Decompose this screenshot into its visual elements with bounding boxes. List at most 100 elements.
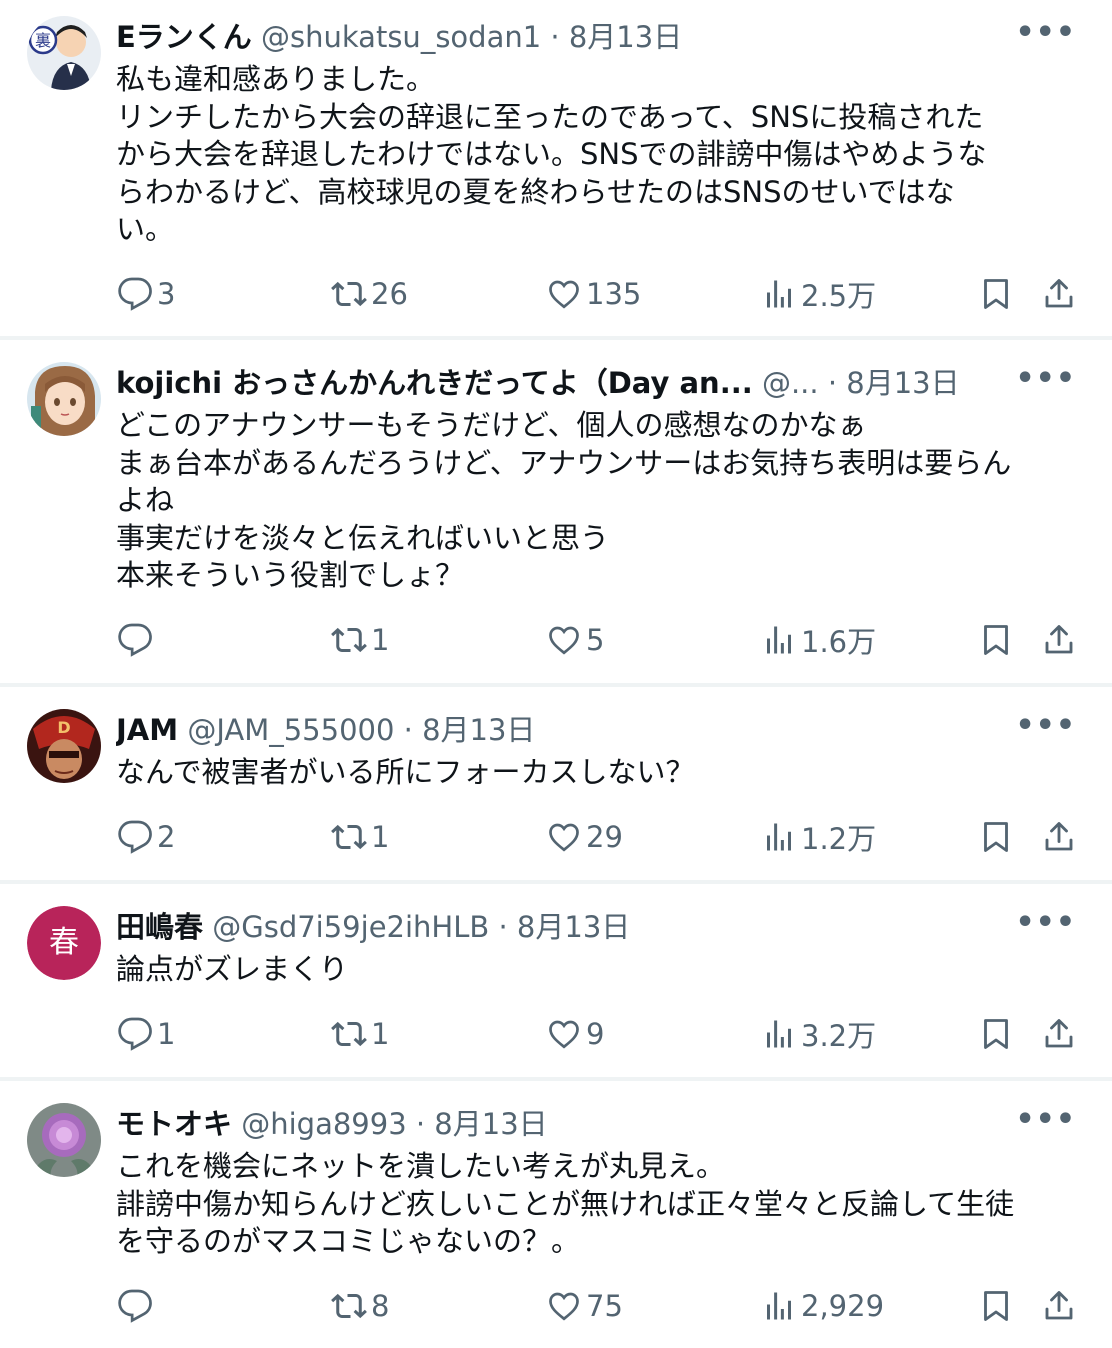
share-button[interactable] [1041,1285,1077,1327]
reply-button[interactable]: 2 [117,816,175,858]
like-count: 75 [586,1289,623,1323]
avatar-kojichi[interactable] [27,362,101,436]
tweet-5[interactable]: モトオキ @higa8993 · 8月13日 ••• これを機会にネットを潰した… [0,1103,1112,1333]
share-button[interactable] [1041,816,1077,858]
tweet-4[interactable]: 春 田嶋春 @Gsd7i59je2ihHLB · 8月13日 ••• 論点がズレ… [0,906,1112,1056]
avatar-jam[interactable]: D [27,709,101,783]
tweet-date[interactable]: · 8月13日 [499,910,631,944]
like-count: 135 [586,277,642,311]
share-icon [1045,625,1073,654]
views-button[interactable]: 2.5万 [761,273,876,315]
author-handle[interactable]: @Gsd7i59je2ihHLB [212,910,489,944]
reply-button[interactable] [117,1285,157,1327]
more-icon[interactable]: ••• [1015,16,1076,58]
author-handle[interactable]: @higa8993 [241,1107,406,1141]
view-count: 2.5万 [801,279,877,313]
tweet-header: 田嶋春 @Gsd7i59je2ihHLB · 8月13日 [116,906,1042,948]
bookmark-button[interactable] [978,273,1014,315]
like-count: 9 [586,1017,605,1051]
divider [0,1077,1112,1081]
like-button[interactable]: 75 [546,1285,623,1327]
tweet-2[interactable]: kojichi おっさんかんれきだってよ（Day an... @... · 8月… [0,362,1112,672]
author-name[interactable]: kojichi おっさんかんれきだってよ（Day an... [116,366,753,400]
action-bar: 3 26 135 2.5万 [0,273,1112,315]
retweet-icon [331,1293,367,1319]
like-count: 5 [586,623,605,657]
share-button[interactable] [1041,1013,1077,1055]
like-count: 29 [586,820,623,854]
more-icon[interactable]: ••• [1015,1103,1076,1145]
divider [0,683,1112,687]
views-button[interactable]: 1.6万 [761,619,876,661]
views-button[interactable]: 1.2万 [761,816,876,858]
reply-button[interactable] [117,619,157,661]
tweet-3[interactable]: D JAM @JAM_555000 · 8月13日 ••• なんで被害者がいる所… [0,709,1112,859]
retweet-button[interactable]: 26 [331,273,408,315]
like-button[interactable]: 29 [546,816,623,858]
share-button[interactable] [1041,619,1077,661]
svg-text:裏: 裏 [35,31,51,50]
svg-text:D: D [57,718,70,737]
like-button[interactable]: 9 [546,1013,604,1055]
tweet-text: なんで被害者がいる所にフォーカスしない？ [116,755,695,789]
retweet-count: 1 [371,1017,390,1051]
author-name[interactable]: Eランくん [116,20,252,54]
bookmark-icon [984,279,1008,309]
more-icon[interactable]: ••• [1015,362,1076,404]
avatar-tajima[interactable]: 春 [27,906,101,980]
views-button[interactable]: 2,929 [761,1285,884,1327]
tweet-text: 論点がズレまくり [116,952,349,986]
like-button[interactable]: 135 [546,273,641,315]
view-count: 2,929 [801,1289,885,1323]
retweet-button[interactable]: 1 [331,1013,389,1055]
like-button[interactable]: 5 [546,619,604,661]
reply-count: 3 [157,277,176,311]
like-icon [549,280,579,309]
author-name[interactable]: JAM [116,713,178,747]
tweet-header: JAM @JAM_555000 · 8月13日 [116,709,1042,751]
author-name[interactable]: モトオキ [116,1107,232,1141]
retweet-button[interactable]: 1 [331,619,389,661]
author-name[interactable]: 田嶋春 [116,910,203,944]
avatar-eran[interactable]: 裏 [27,16,101,90]
bookmark-button[interactable] [978,619,1014,661]
author-handle[interactable]: @JAM_555000 [187,713,394,747]
tweet-1[interactable]: 裏 Eランくん @shukatsu_sodan1 · 8月13日 ••• 私も違… [0,16,1112,326]
retweet-button[interactable]: 8 [331,1285,389,1327]
bookmark-button[interactable] [978,1285,1014,1327]
bookmark-icon [984,1019,1008,1049]
more-icon[interactable]: ••• [1015,709,1076,751]
retweet-icon [331,824,367,850]
like-icon [549,1292,579,1321]
bookmark-button[interactable] [978,1013,1014,1055]
view-count: 1.2万 [801,822,877,856]
retweet-button[interactable]: 1 [331,816,389,858]
retweet-count: 1 [371,820,390,854]
tweet-header: モトオキ @higa8993 · 8月13日 [116,1103,1042,1145]
divider [0,336,1112,340]
avatar-letter: 春 [27,906,101,980]
views-icon [767,280,791,308]
author-handle[interactable]: @... [762,366,819,400]
share-button[interactable] [1041,273,1077,315]
views-button[interactable]: 3.2万 [761,1013,876,1055]
view-count: 1.6万 [801,625,877,659]
reply-icon [118,1017,152,1051]
views-icon [767,626,791,654]
tweet-date[interactable]: · 8月13日 [550,20,682,54]
tweet-date[interactable]: · 8月13日 [404,713,536,747]
tweet-text: どこのアナウンサーもそうだけど、個人の感想なのかなぁ まぁ台本があるんだろうけど… [116,408,1012,592]
reply-icon [118,277,152,311]
tweet-date[interactable]: · 8月13日 [828,366,960,400]
avatar-motooki[interactable] [27,1103,101,1177]
author-handle[interactable]: @shukatsu_sodan1 [261,20,541,54]
like-icon [549,626,579,655]
retweet-icon [331,1021,367,1047]
share-icon [1045,822,1073,851]
reply-button[interactable]: 3 [117,273,175,315]
reply-button[interactable]: 1 [117,1013,175,1055]
reply-icon [118,1289,152,1323]
more-icon[interactable]: ••• [1015,906,1076,948]
bookmark-button[interactable] [978,816,1014,858]
tweet-date[interactable]: · 8月13日 [416,1107,548,1141]
